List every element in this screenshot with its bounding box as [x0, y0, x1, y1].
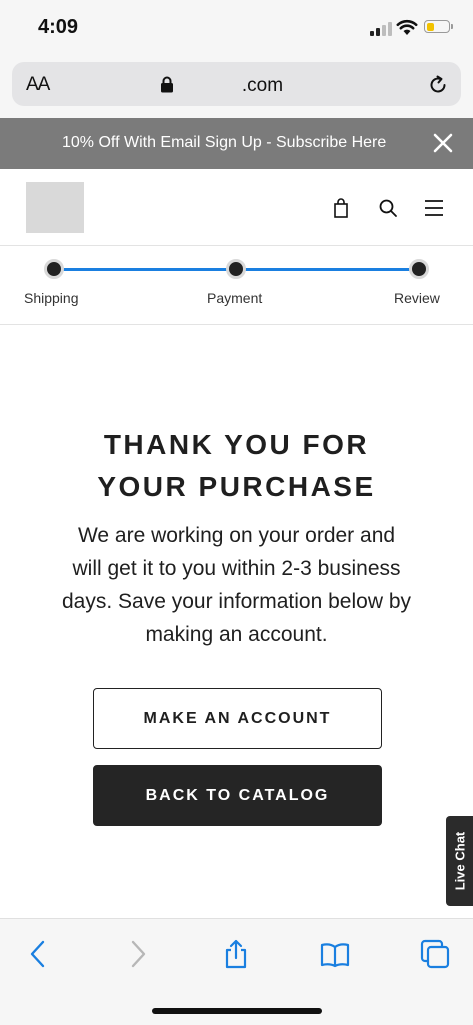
step-dot-review	[409, 259, 429, 279]
battery-cap	[451, 24, 453, 29]
message-line-2: will get it to you within 2-3 business	[72, 557, 401, 580]
back-icon[interactable]	[24, 939, 54, 969]
battery-icon	[424, 20, 450, 33]
status-time: 4:09	[38, 16, 79, 38]
message-line-4: making an account.	[145, 623, 328, 646]
step-label-shipping: Shipping	[24, 290, 79, 306]
progress-track	[236, 268, 419, 271]
address-bar[interactable]: AA .com	[12, 62, 461, 106]
share-icon[interactable]	[221, 939, 251, 969]
message-line-1: We are working on your order and	[77, 524, 396, 547]
close-icon[interactable]	[433, 133, 453, 153]
checkout-progress: Shipping Payment Review	[0, 246, 473, 325]
browser-toolbar	[0, 918, 473, 1025]
confirmation-message: We are working on your order and will ge…	[36, 519, 437, 651]
shopping-bag-icon[interactable]	[330, 197, 352, 219]
wifi-icon	[396, 19, 418, 35]
live-chat-label[interactable]: Live Chat	[452, 832, 467, 891]
browser-address-area: AA .com	[0, 58, 473, 118]
bookmarks-icon[interactable]	[320, 939, 350, 969]
step-dot-payment	[226, 259, 246, 279]
status-bar: 4:09	[0, 0, 473, 58]
page-domain[interactable]: .com	[12, 75, 461, 97]
title-line-1: THANK YOU FOR	[103, 429, 370, 460]
search-icon[interactable]	[377, 197, 399, 219]
forward-icon[interactable]	[122, 939, 152, 969]
tabs-icon[interactable]	[420, 939, 450, 969]
make-account-button[interactable]: MAKE AN ACCOUNT	[93, 688, 382, 749]
live-chat-button[interactable]: Live Chat	[446, 816, 473, 906]
promo-text[interactable]: 10% Off With Email Sign Up - Subscribe H…	[62, 134, 386, 152]
step-label-payment: Payment	[207, 290, 263, 306]
hamburger-menu-icon[interactable]	[423, 197, 445, 219]
promo-banner[interactable]: 10% Off With Email Sign Up - Subscribe H…	[0, 118, 473, 169]
step-dot-shipping	[44, 259, 64, 279]
message-line-3: days. Save your information below by	[61, 590, 411, 613]
page-title: THANK YOU FOR YOUR PURCHASE	[0, 424, 473, 508]
back-to-catalog-button[interactable]: BACK TO CATALOG	[93, 765, 382, 826]
progress-track	[54, 268, 236, 271]
home-indicator	[152, 1008, 322, 1014]
site-header	[0, 169, 473, 246]
title-line-2: YOUR PURCHASE	[97, 471, 376, 502]
step-label-review: Review	[394, 290, 440, 306]
site-logo[interactable]	[26, 182, 84, 233]
reload-icon[interactable]	[427, 74, 449, 96]
cellular-signal-icon	[370, 22, 392, 36]
